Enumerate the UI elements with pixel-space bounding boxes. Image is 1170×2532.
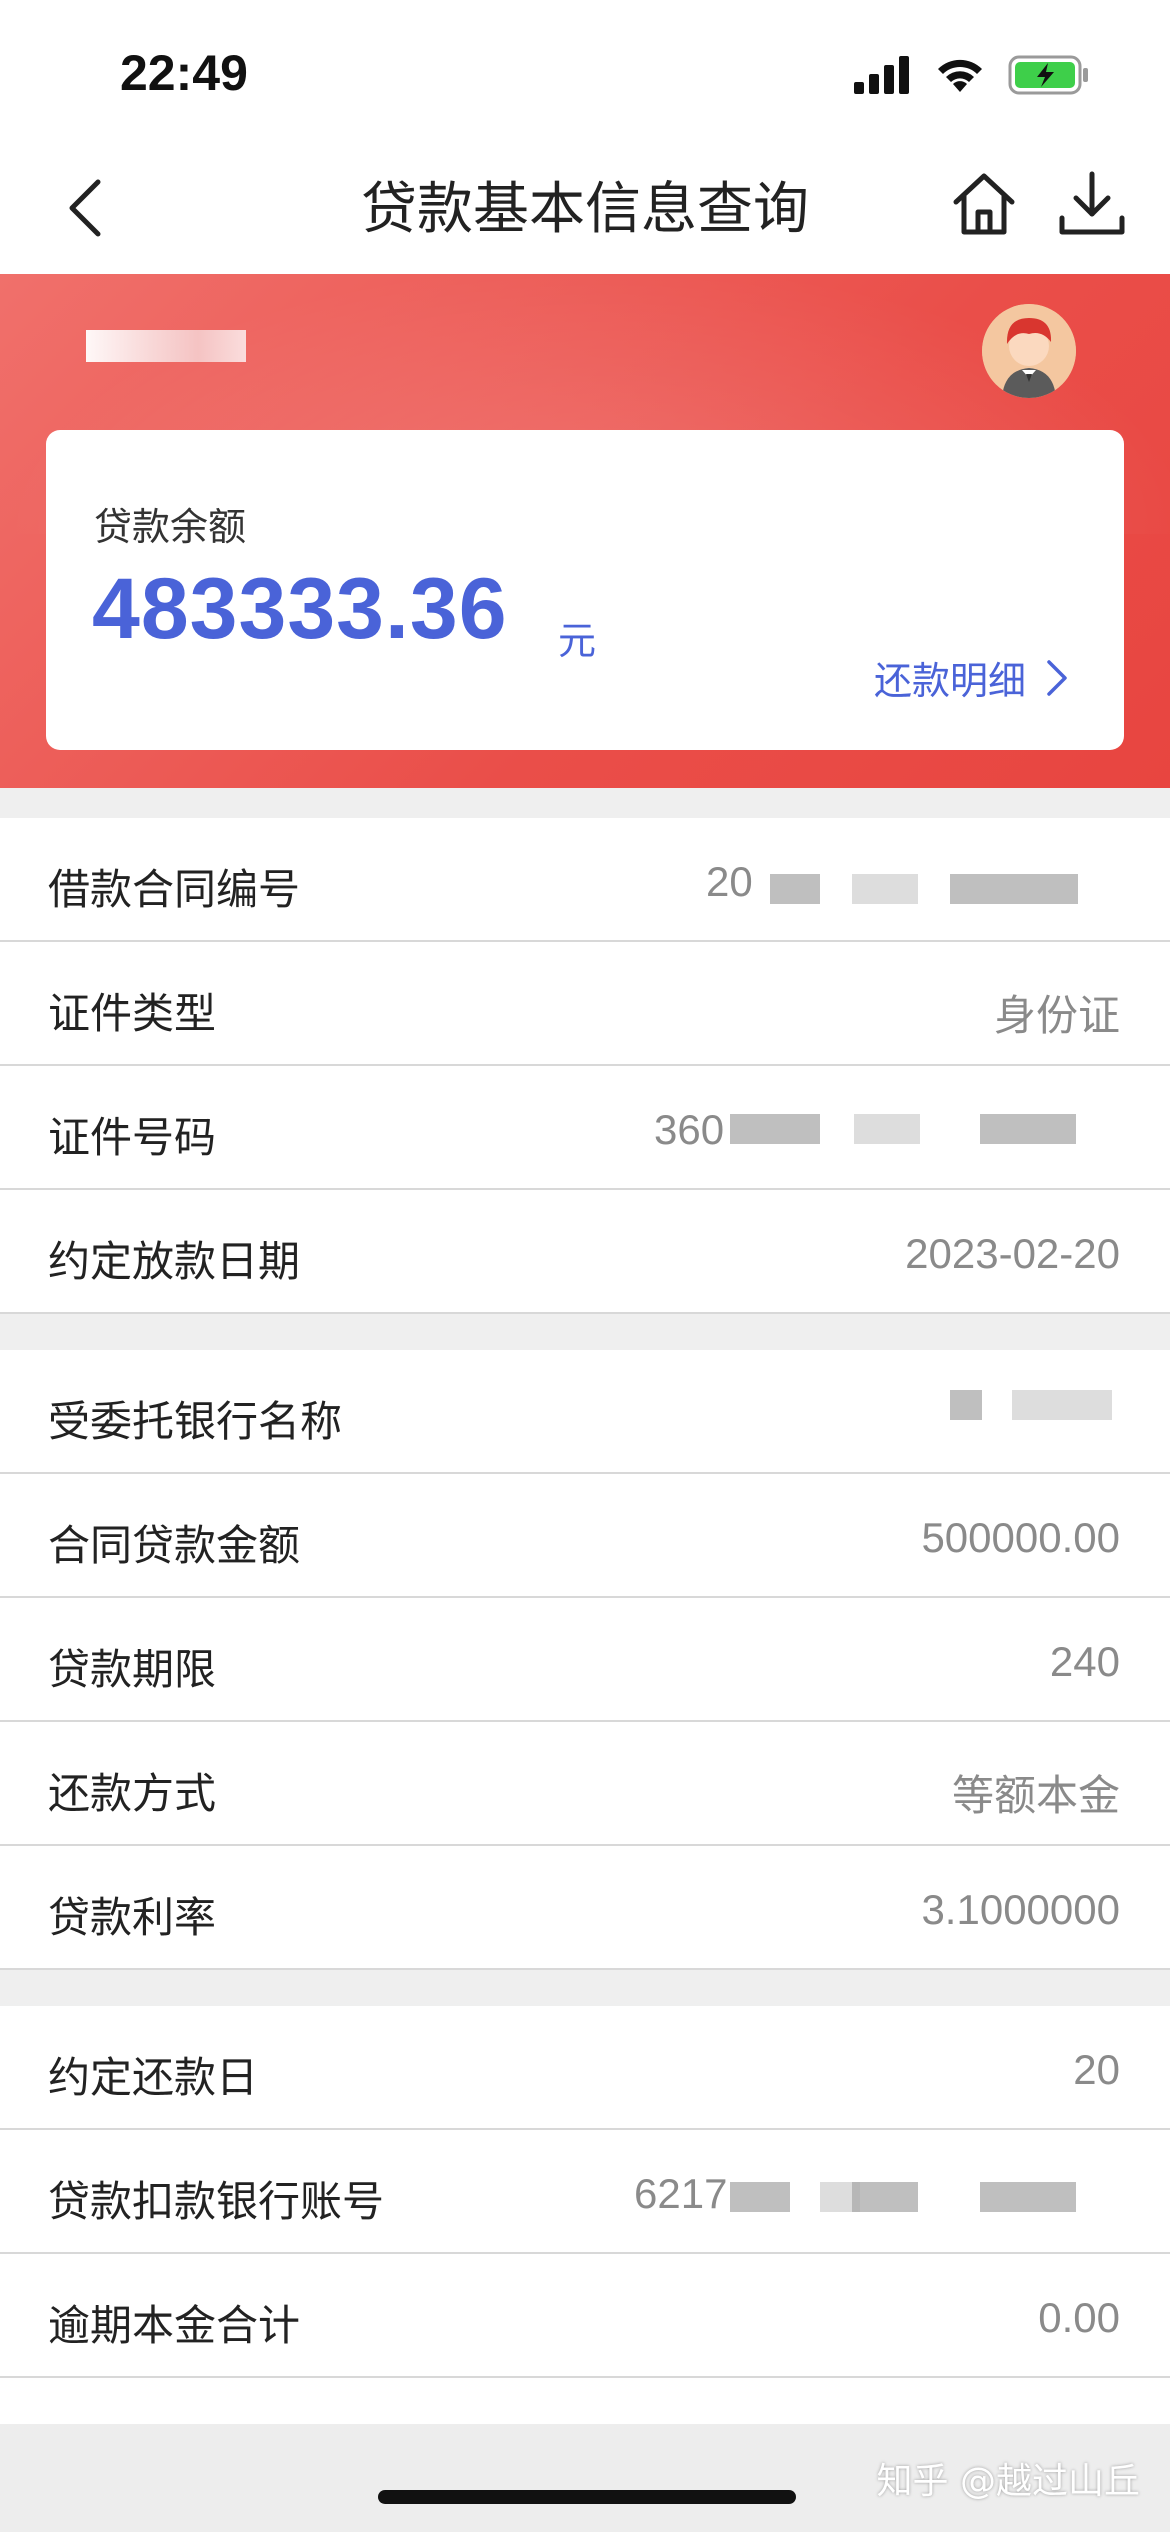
chevron-right-icon [1047, 659, 1067, 696]
loan-info-section-2: 受委托银行名称 合同贷款金额 500000.00 贷款期限 240 还款方式 等… [0, 1350, 1170, 1970]
list-item: 还款方式 等额本金 [0, 1722, 1170, 1846]
battery-icon [1008, 55, 1088, 95]
redaction-mask [980, 1114, 1076, 1144]
balance-amount: 483333.36 [92, 561, 508, 657]
list-item: 借款合同编号 20 [0, 818, 1170, 942]
row-value: 360 [654, 1106, 725, 1153]
list-item: 约定放款日期 2023-02-20 [0, 1190, 1170, 1314]
redaction-mask [770, 874, 820, 904]
row-label: 借款合同编号 [48, 865, 301, 914]
loan-info-section-1: 借款合同编号 20 证件类型 身份证 证件号码 360 约定放款日期 2023-… [0, 818, 1170, 1314]
list-item: 贷款期限 240 [0, 1598, 1170, 1722]
signal-icon [854, 56, 909, 94]
row-label: 证件类型 [48, 989, 217, 1038]
row-value: 500000.00 [921, 1514, 1120, 1561]
home-indicator[interactable] [378, 2490, 796, 2504]
redaction-mask [950, 874, 1078, 904]
row-label: 约定还款日 [48, 2053, 259, 2102]
row-value: 等额本金 [951, 1771, 1120, 1820]
row-label: 贷款期限 [48, 1645, 217, 1694]
account-header: 贷款余额 483333.36 元 还款明细 [0, 274, 1170, 788]
list-item: 证件类型 身份证 [0, 942, 1170, 1066]
list-item: 贷款扣款银行账号 6217 [0, 2130, 1170, 2254]
row-value: 240 [1049, 1638, 1120, 1685]
watermark: 知乎 @越过山丘 [876, 2461, 1140, 2502]
balance-card: 贷款余额 483333.36 元 还款明细 [46, 430, 1124, 750]
status-bar: 22:49 [0, 0, 1170, 140]
list-item: 合同贷款金额 500000.00 [0, 1474, 1170, 1598]
redaction-mask [980, 2182, 1076, 2212]
repayment-detail-link[interactable]: 还款明细 [874, 650, 1068, 705]
redaction-mask [852, 2182, 918, 2212]
status-icons [854, 52, 1090, 98]
list-item: 受委托银行名称 [0, 1350, 1170, 1474]
repayment-detail-label: 还款明细 [873, 659, 1026, 703]
avatar[interactable] [982, 304, 1076, 398]
row-label: 还款方式 [48, 1769, 217, 1818]
home-icon[interactable] [948, 168, 1020, 240]
row-label: 逾期本金合计 [48, 2301, 301, 2350]
wifi-icon [938, 59, 982, 92]
loan-info-section-3: 约定还款日 20 贷款扣款银行账号 6217 逾期本金合计 0.00 [0, 2006, 1170, 2458]
row-label: 贷款扣款银行账号 [48, 2177, 385, 2226]
row-label: 受委托银行名称 [48, 1397, 343, 1446]
row-value: 3.1000000 [921, 1886, 1120, 1933]
masked-user-name [86, 330, 246, 362]
redaction-mask [854, 1114, 920, 1144]
avatar-icon [982, 304, 1076, 398]
row-label: 贷款利率 [48, 1893, 217, 1942]
row-label: 约定放款日期 [48, 1237, 301, 1286]
redaction-mask [730, 1114, 820, 1144]
list-item: 贷款利率 3.1000000 [0, 1846, 1170, 1970]
balance-unit: 元 [558, 619, 597, 663]
redaction-mask [1012, 1390, 1112, 1420]
row-value: 20 [706, 858, 753, 905]
balance-label: 贷款余额 [94, 505, 247, 549]
status-time: 22:49 [120, 45, 248, 101]
row-label: 合同贷款金额 [48, 1521, 301, 1570]
list-item: 逾期本金合计 0.00 [0, 2254, 1170, 2378]
list-item: 证件号码 360 [0, 1066, 1170, 1190]
nav-bar: 贷款基本信息查询 [0, 140, 1170, 274]
row-value: 2023-02-20 [905, 1230, 1120, 1277]
list-item: 约定还款日 20 [0, 2006, 1170, 2130]
row-value: 身份证 [993, 991, 1120, 1040]
row-label: 证件号码 [48, 1113, 217, 1162]
download-icon[interactable] [1056, 168, 1128, 240]
row-value: 20 [1073, 2046, 1120, 2093]
redaction-mask [950, 1390, 982, 1420]
row-value: 0.00 [1038, 2294, 1120, 2341]
row-value: 6217 [634, 2170, 728, 2217]
redaction-mask [852, 874, 918, 904]
redaction-mask [730, 2182, 790, 2212]
